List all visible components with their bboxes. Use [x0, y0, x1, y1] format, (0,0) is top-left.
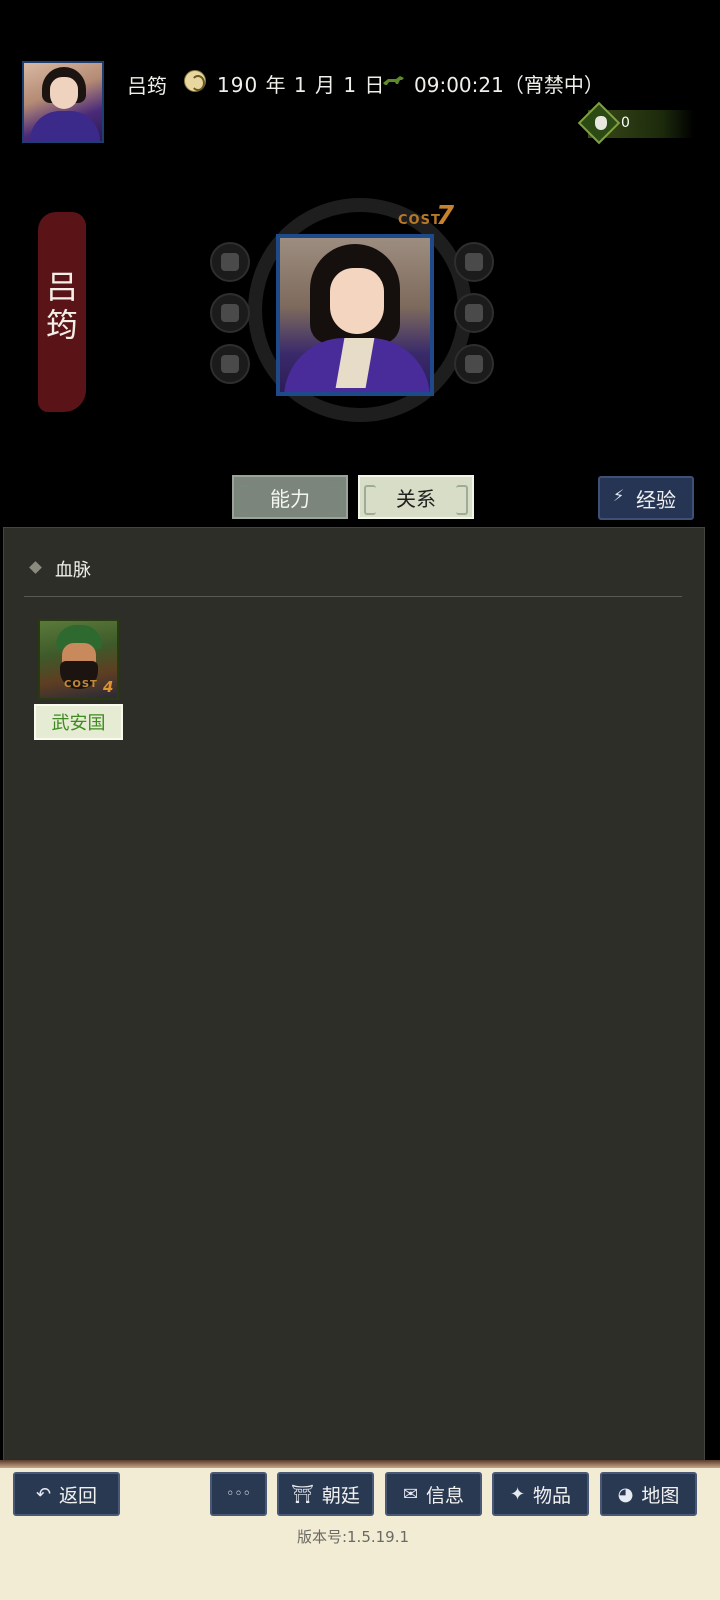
back-label: 返回	[59, 1484, 98, 1507]
lightning-icon	[613, 486, 626, 507]
currency-value: 0	[621, 115, 630, 131]
experience-label: 经验	[636, 487, 676, 512]
cost-value: 7	[436, 201, 455, 231]
tab-ability[interactable]: 能力	[232, 475, 348, 519]
member-cost-value: 4	[103, 678, 114, 696]
info-label: 信息	[426, 1484, 465, 1507]
court-label: 朝廷	[321, 1484, 360, 1507]
section-divider	[24, 596, 682, 597]
experience-button[interactable]: 经验	[598, 476, 694, 520]
back-button[interactable]: ↶ 返回	[13, 1472, 120, 1516]
info-button[interactable]: ✉ 信息	[385, 1472, 482, 1516]
map-button[interactable]: ◕ 地图	[600, 1472, 697, 1516]
section-title: 血脉	[55, 560, 91, 581]
moon-phase-icon	[184, 70, 206, 92]
game-date: 190 年 1 月 1 日	[217, 73, 386, 97]
crown-icon[interactable]	[210, 242, 250, 282]
court-button[interactable]: ⛩ 朝廷	[277, 1472, 374, 1516]
more-button[interactable]: ◦◦◦	[210, 1472, 267, 1516]
cost-label: COST	[398, 213, 441, 228]
helmet-icon[interactable]	[210, 293, 250, 333]
map-label: 地图	[641, 1484, 680, 1507]
version-text: 版本号:1.5.19.1	[296, 1528, 410, 1546]
horse-icon	[383, 76, 404, 85]
palace-icon: ⛩	[291, 1483, 314, 1505]
game-time: 09:00:21（宵禁中）	[414, 73, 604, 97]
chat-bubble-icon: ✉	[402, 1483, 419, 1505]
map-globe-icon: ◕	[617, 1483, 634, 1505]
player-name: 吕筠	[127, 74, 167, 98]
more-icon: ◦◦◦	[226, 1486, 251, 1502]
items-icon: ✦	[509, 1483, 526, 1505]
graduation-cap-icon[interactable]	[454, 344, 494, 384]
mask-icon[interactable]	[210, 344, 250, 384]
money-bag-icon	[595, 116, 607, 130]
tab-relation[interactable]: 关系	[358, 475, 474, 519]
items-button[interactable]: ✦ 物品	[492, 1472, 589, 1516]
items-label: 物品	[533, 1484, 572, 1507]
back-arrow-icon: ↶	[35, 1483, 52, 1505]
currency-display[interactable]: 0	[577, 101, 694, 145]
member-cost-label: COST	[64, 679, 98, 690]
member-name[interactable]: 武安国	[34, 704, 123, 740]
player-avatar[interactable]	[22, 61, 104, 143]
hat-icon[interactable]	[454, 293, 494, 333]
banner-name: 吕筠	[45, 268, 78, 344]
hand-icon[interactable]	[454, 242, 494, 282]
character-portrait	[276, 234, 434, 396]
bottom-bar-edge	[0, 1460, 720, 1468]
